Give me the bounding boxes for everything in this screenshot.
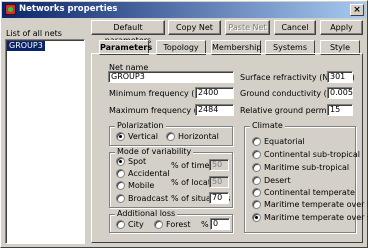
vertical-label: Vertical bbox=[128, 132, 158, 141]
horizontal-radio[interactable] bbox=[166, 132, 175, 141]
percent-locations-input[interactable]: 50 bbox=[209, 176, 229, 188]
broadcast-label: Broadcast bbox=[128, 194, 169, 203]
close-icon[interactable]: × bbox=[350, 4, 364, 16]
net-name-input[interactable]: GROUP3 bbox=[108, 71, 234, 83]
maritime-temperate-land-radio[interactable] bbox=[252, 200, 261, 209]
broadcast-radio[interactable] bbox=[116, 194, 125, 203]
percent-time-input[interactable]: 50 bbox=[209, 159, 229, 171]
cancel-button[interactable]: Cancel bbox=[274, 20, 316, 35]
copy-net-button[interactable]: Copy Net bbox=[168, 20, 221, 35]
equatorial-radio[interactable] bbox=[252, 137, 261, 146]
climate-label: Climate bbox=[250, 121, 285, 130]
forest-radio[interactable] bbox=[154, 220, 163, 229]
forest-label: Forest bbox=[166, 220, 191, 229]
continental-subtropical-label: Continental sub-tropical bbox=[264, 150, 360, 159]
mobile-label: Mobile bbox=[128, 181, 155, 190]
vertical-radio[interactable] bbox=[116, 132, 125, 141]
min-frequency-input[interactable]: 2400 bbox=[195, 87, 234, 99]
percent-time-label: % of time bbox=[171, 161, 210, 170]
percent-situations-input[interactable]: 70 bbox=[209, 192, 229, 204]
spot-radio[interactable] bbox=[116, 157, 125, 166]
accidental-radio[interactable] bbox=[116, 169, 125, 178]
continental-subtropical-radio[interactable] bbox=[252, 150, 261, 159]
city-radio[interactable] bbox=[116, 220, 125, 229]
loss-percent-label: % bbox=[201, 220, 209, 229]
title-bar[interactable]: Networks properties × bbox=[2, 2, 366, 18]
variability-label: Mode of variability bbox=[115, 147, 194, 156]
ground-permittivity-input[interactable]: 15 bbox=[327, 104, 353, 116]
city-label: City bbox=[128, 220, 144, 229]
desert-radio[interactable] bbox=[252, 176, 261, 185]
default-parameters-button[interactable]: Default parameters bbox=[91, 20, 165, 45]
additional-loss-label: Additional loss bbox=[115, 209, 178, 218]
networks-properties-window: Networks properties × Default parameters… bbox=[0, 0, 368, 248]
list-item[interactable]: GROUP3 bbox=[7, 41, 45, 51]
maritime-temperate-land-label: Maritime temperate over land bbox=[264, 200, 368, 209]
ground-conductivity-input[interactable]: 0.005 bbox=[327, 87, 353, 99]
max-frequency-input[interactable]: 2484 bbox=[195, 104, 234, 116]
window-title: Networks properties bbox=[19, 4, 118, 14]
accidental-label: Accidental bbox=[128, 169, 170, 178]
paste-net-button[interactable]: Paste Net bbox=[225, 20, 270, 35]
mobile-radio[interactable] bbox=[116, 181, 125, 190]
apply-button[interactable]: Apply bbox=[320, 20, 363, 35]
maritime-subtropical-label: Maritime sub-tropical bbox=[264, 163, 350, 172]
equatorial-label: Equatorial bbox=[264, 137, 305, 146]
spot-label: Spot bbox=[128, 157, 147, 166]
app-icon bbox=[5, 4, 16, 15]
net-list[interactable]: GROUP3 bbox=[5, 39, 85, 244]
continental-temperate-radio[interactable] bbox=[252, 188, 261, 197]
desert-label: Desert bbox=[264, 176, 291, 185]
horizontal-label: Horizontal bbox=[178, 132, 219, 141]
maritime-temperate-sea-radio[interactable] bbox=[252, 213, 261, 222]
maritime-temperate-sea-label: Maritime temperate over sea bbox=[264, 213, 368, 222]
maritime-subtropical-radio[interactable] bbox=[252, 163, 261, 172]
net-list-label: List of all nets bbox=[6, 29, 62, 38]
polarization-label: Polarization bbox=[115, 121, 166, 130]
loss-percent-input[interactable]: 0 bbox=[210, 218, 230, 230]
continental-temperate-label: Continental temperate bbox=[264, 188, 355, 197]
surface-refractivity-input[interactable]: 301 bbox=[327, 71, 353, 83]
